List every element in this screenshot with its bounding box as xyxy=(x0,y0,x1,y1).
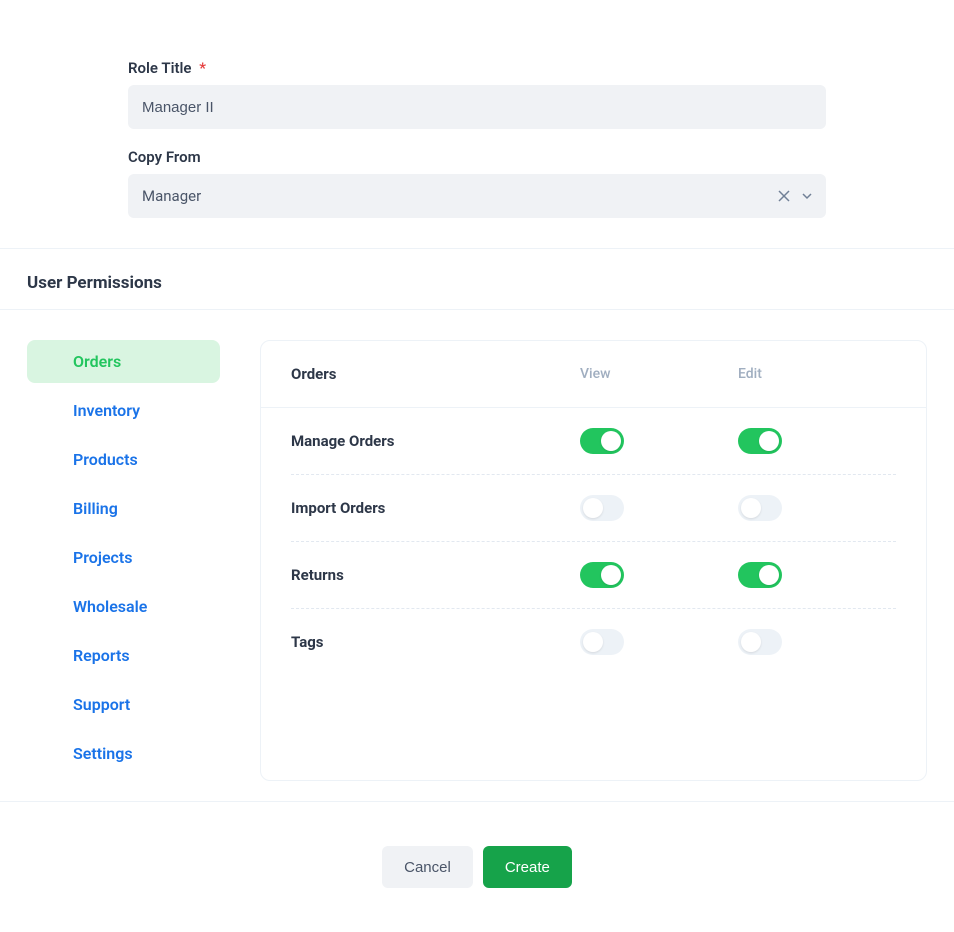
toggle-knob xyxy=(601,565,621,585)
permission-col-view xyxy=(580,629,738,655)
toggle-edit[interactable] xyxy=(738,495,782,521)
toggle-knob xyxy=(583,632,603,652)
permission-col-view xyxy=(580,562,738,588)
copy-from-group: Copy From Manager xyxy=(128,147,826,218)
col-header-edit: Edit xyxy=(738,366,896,382)
nav-item-support[interactable]: Support xyxy=(27,683,220,726)
cancel-button[interactable]: Cancel xyxy=(382,846,473,888)
create-button[interactable]: Create xyxy=(483,846,572,888)
permission-col-view xyxy=(580,495,738,521)
permissions-card-header: Orders View Edit xyxy=(261,341,926,408)
copy-from-select[interactable]: Manager xyxy=(128,174,826,218)
permission-label: Tags xyxy=(291,633,580,651)
permissions-card: Orders View Edit Manage Orders Import Ord… xyxy=(260,340,927,781)
nav-item-reports[interactable]: Reports xyxy=(27,634,220,677)
permissions-nav: Orders Inventory Products Billing Projects Wh… xyxy=(27,340,220,781)
toggle-knob xyxy=(601,431,621,451)
select-icons xyxy=(778,189,814,203)
copy-from-label: Copy From xyxy=(128,148,201,166)
toggle-view[interactable] xyxy=(580,562,624,588)
permission-row: Import Orders xyxy=(291,475,896,542)
nav-item-inventory[interactable]: Inventory xyxy=(27,389,220,432)
nav-item-projects[interactable]: Projects xyxy=(27,536,220,579)
toggle-knob xyxy=(741,498,761,518)
permission-col-edit xyxy=(738,428,896,454)
permission-col-edit xyxy=(738,562,896,588)
clear-icon[interactable] xyxy=(778,190,790,202)
permission-row: Manage Orders xyxy=(291,408,896,475)
role-title-label-text: Role Title xyxy=(128,59,191,77)
permission-label: Returns xyxy=(291,566,580,584)
permissions-title: User Permissions xyxy=(27,273,927,293)
required-asterisk: * xyxy=(199,59,206,77)
permission-label: Import Orders xyxy=(291,499,580,517)
toggle-view[interactable] xyxy=(580,629,624,655)
role-title-input[interactable] xyxy=(128,85,826,129)
toggle-knob xyxy=(759,565,779,585)
permissions-body: Orders Inventory Products Billing Projects Wh… xyxy=(0,310,954,801)
nav-item-orders[interactable]: Orders xyxy=(27,340,220,383)
permissions-panel-title: Orders xyxy=(291,365,580,383)
copy-from-select-wrapper: Manager xyxy=(128,174,826,218)
toggle-edit[interactable] xyxy=(738,428,782,454)
toggle-view[interactable] xyxy=(580,428,624,454)
nav-item-wholesale[interactable]: Wholesale xyxy=(27,585,220,628)
permission-col-view xyxy=(580,428,738,454)
chevron-down-icon[interactable] xyxy=(800,189,814,203)
role-title-label: Role Title * xyxy=(128,59,206,77)
footer: Cancel Create xyxy=(0,801,954,932)
toggle-knob xyxy=(759,431,779,451)
permission-col-edit xyxy=(738,629,896,655)
nav-item-billing[interactable]: Billing xyxy=(27,487,220,530)
toggle-edit[interactable] xyxy=(738,629,782,655)
role-form-section: Role Title * Copy From Manager xyxy=(0,0,954,249)
toggle-knob xyxy=(741,632,761,652)
nav-item-products[interactable]: Products xyxy=(27,438,220,481)
permission-rows: Manage Orders Import Orders Returns Tags xyxy=(261,408,926,675)
toggle-view[interactable] xyxy=(580,495,624,521)
toggle-edit[interactable] xyxy=(738,562,782,588)
permission-label: Manage Orders xyxy=(291,432,580,450)
permission-col-edit xyxy=(738,495,896,521)
nav-item-settings[interactable]: Settings xyxy=(27,732,220,775)
copy-from-value: Manager xyxy=(142,187,201,205)
toggle-knob xyxy=(583,498,603,518)
permission-row: Tags xyxy=(291,609,896,675)
permissions-header: User Permissions xyxy=(0,249,954,310)
permission-row: Returns xyxy=(291,542,896,609)
col-header-view: View xyxy=(580,366,738,382)
role-title-group: Role Title * xyxy=(128,58,826,129)
